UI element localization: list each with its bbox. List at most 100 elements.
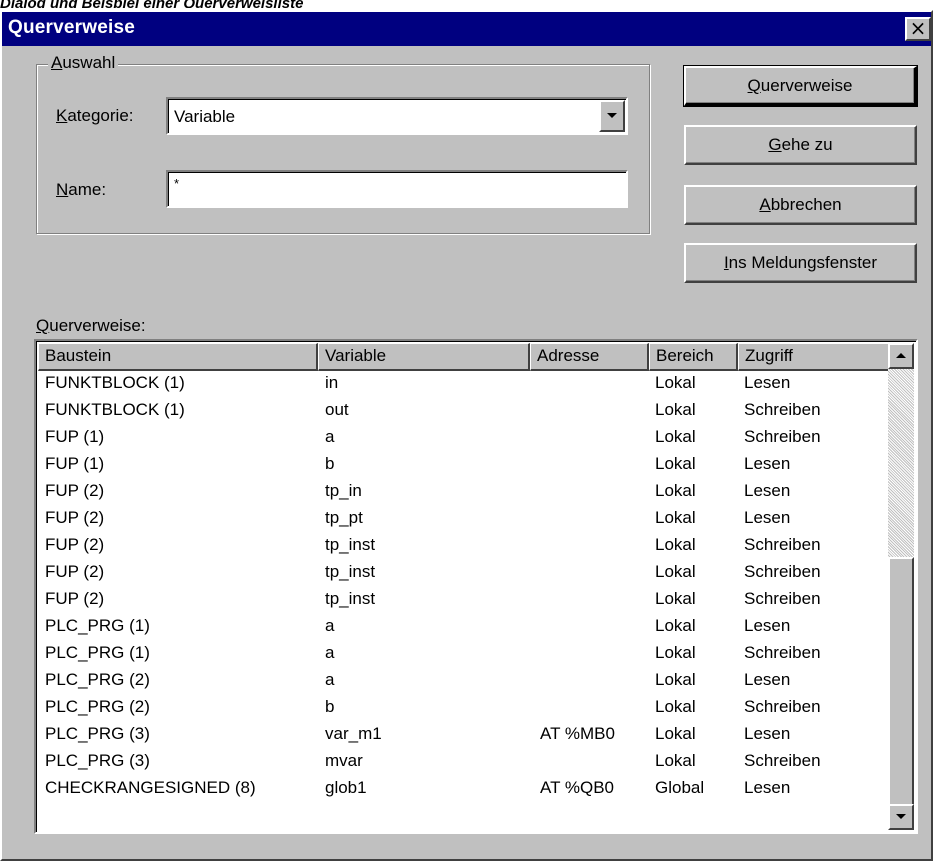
table-cell-bereich: Lokal xyxy=(655,643,696,662)
table-row[interactable]: FUNKTBLOCK (1) in Lokal Lesen xyxy=(38,371,890,398)
table-row[interactable]: FUNKTBLOCK (1) out Lokal Schreiben xyxy=(38,398,890,425)
table-row[interactable]: PLC_PRG (1) a Lokal Schreiben xyxy=(38,641,890,668)
table-cell-variable: a xyxy=(325,616,335,635)
scroll-down-icon[interactable] xyxy=(888,804,914,830)
table-cell-zugriff: Lesen xyxy=(744,508,791,527)
table-row[interactable]: FUP (2) tp_inst Lokal Schreiben xyxy=(38,533,890,560)
selection-group-label: Auswahl xyxy=(48,53,119,73)
table-cell-bereich: Lokal xyxy=(655,373,696,392)
selection-groupbox xyxy=(36,64,650,234)
table-cell-variable: a xyxy=(325,427,335,446)
category-label: Kategorie: xyxy=(56,106,134,125)
table-cell-bereich: Lokal xyxy=(655,427,696,446)
table-cell-zugriff: Lesen xyxy=(744,670,791,689)
table-row[interactable]: FUP (1) b Lokal Lesen xyxy=(38,452,890,479)
table-cell-adresse: AT %MB0 xyxy=(540,724,615,743)
column-header-adresse[interactable]: Adresse xyxy=(530,343,649,371)
table-cell-zugriff: Schreiben xyxy=(744,697,821,716)
crossreference-list[interactable]: Baustein Variable Adresse Bereich Zugrif… xyxy=(34,339,918,834)
table-cell-variable: var_m1 xyxy=(325,724,382,743)
table-row[interactable]: PLC_PRG (3) var_m1 AT %MB0 Lokal Lesen xyxy=(38,722,890,749)
table-cell-baustein: FUP (2) xyxy=(45,535,105,554)
table-cell-variable: glob1 xyxy=(325,778,367,797)
table-cell-bereich: Lokal xyxy=(655,697,696,716)
goto-button[interactable]: Gehe zu xyxy=(684,125,917,165)
table-cell-bereich: Lokal xyxy=(655,535,696,554)
table-cell-baustein: FUNKTBLOCK (1) xyxy=(45,400,185,419)
table-cell-bereich: Global xyxy=(655,778,705,797)
table-cell-bereich: Lokal xyxy=(655,670,696,689)
table-cell-zugriff: Schreiben xyxy=(744,427,821,446)
table-row[interactable]: FUP (2) tp_pt Lokal Lesen xyxy=(38,506,890,533)
table-cell-bereich: Lokal xyxy=(655,400,696,419)
table-cell-bereich: Lokal xyxy=(655,454,696,473)
table-cell-bereich: Lokal xyxy=(655,481,696,500)
close-button[interactable]: × xyxy=(905,17,931,41)
column-header-variable[interactable]: Variable xyxy=(318,343,530,371)
close-icon: × xyxy=(909,16,927,40)
name-label: Name: xyxy=(56,180,107,199)
table-cell-bereich: Lokal xyxy=(655,616,696,635)
table-cell-zugriff: Lesen xyxy=(744,616,791,635)
table-cell-baustein: PLC_PRG (1) xyxy=(45,616,150,635)
table-cell-zugriff: Schreiben xyxy=(744,562,821,581)
table-cell-baustein: PLC_PRG (2) xyxy=(45,670,150,689)
category-dropdown[interactable]: Variable xyxy=(166,97,628,135)
table-cell-variable: in xyxy=(325,373,339,392)
dialog-title: Querverweise xyxy=(8,17,136,38)
table-cell-zugriff: Lesen xyxy=(744,481,791,500)
table-cell-bereich: Lokal xyxy=(655,751,696,770)
table-cell-zugriff: Schreiben xyxy=(744,400,821,419)
column-header-zugriff[interactable]: Zugriff xyxy=(738,343,890,371)
category-value: Variable xyxy=(174,107,236,126)
table-cell-bereich: Lokal xyxy=(655,562,696,581)
table-cell-baustein: FUP (2) xyxy=(45,481,105,500)
column-header-baustein[interactable]: Baustein xyxy=(38,343,318,371)
table-cell-baustein: PLC_PRG (1) xyxy=(45,643,150,662)
vertical-scrollbar[interactable] xyxy=(888,343,914,830)
dropdown-arrow-icon[interactable] xyxy=(599,100,625,132)
table-cell-variable: tp_inst xyxy=(325,589,376,608)
scroll-up-icon[interactable] xyxy=(888,343,914,369)
table-cell-zugriff: Schreiben xyxy=(744,751,821,770)
table-row[interactable]: PLC_PRG (1) a Lokal Lesen xyxy=(38,614,890,641)
table-row[interactable]: FUP (2) tp_inst Lokal Schreiben xyxy=(38,587,890,614)
table-cell-baustein: FUP (2) xyxy=(45,562,105,581)
table-row[interactable]: FUP (2) tp_inst Lokal Schreiben xyxy=(38,560,890,587)
table-cell-zugriff: Lesen xyxy=(744,778,791,797)
table-row[interactable]: FUP (1) a Lokal Schreiben xyxy=(38,425,890,452)
column-header-bereich[interactable]: Bereich xyxy=(649,343,738,371)
table-cell-baustein: FUNKTBLOCK (1) xyxy=(45,373,185,392)
name-input[interactable]: * xyxy=(166,170,628,208)
table-cell-variable: a xyxy=(325,643,335,662)
table-cell-variable: b xyxy=(325,697,335,716)
table-cell-baustein: CHECKRANGESIGNED (8) xyxy=(45,778,256,797)
table-cell-bereich: Lokal xyxy=(655,508,696,527)
table-cell-baustein: PLC_PRG (3) xyxy=(45,751,150,770)
table-cell-zugriff: Lesen xyxy=(744,454,791,473)
titlebar: Querverweise × xyxy=(2,12,931,46)
table-cell-baustein: PLC_PRG (2) xyxy=(45,697,150,716)
table-row[interactable]: PLC_PRG (2) b Lokal Schreiben xyxy=(38,695,890,722)
table-cell-variable: tp_inst xyxy=(325,535,376,554)
table-cell-zugriff: Lesen xyxy=(744,373,791,392)
table-row[interactable]: FUP (2) tp_in Lokal Lesen xyxy=(38,479,890,506)
crossreference-button[interactable]: Querverweise xyxy=(683,65,918,107)
table-row[interactable]: PLC_PRG (3) mvar Lokal Schreiben xyxy=(38,749,890,776)
table-cell-bereich: Lokal xyxy=(655,724,696,743)
table-row[interactable]: CHECKRANGESIGNED (8) glob1 AT %QB0 Global Le… xyxy=(38,776,890,803)
cancel-button[interactable]: Abbrechen xyxy=(684,185,917,225)
crossreference-list-label: Querverweise: xyxy=(36,316,146,335)
table-cell-zugriff: Schreiben xyxy=(744,535,821,554)
scrollbar-thumb[interactable] xyxy=(888,557,914,810)
name-value: * xyxy=(174,176,180,191)
table-cell-baustein: FUP (1) xyxy=(45,454,105,473)
table-cell-baustein: FUP (2) xyxy=(45,589,105,608)
table-cell-zugriff: Lesen xyxy=(744,724,791,743)
to-message-window-button[interactable]: Ins Meldungsfenster xyxy=(684,243,917,283)
table-cell-adresse: AT %QB0 xyxy=(540,778,615,797)
table-cell-variable: tp_in xyxy=(325,481,362,500)
table-cell-variable: b xyxy=(325,454,335,473)
list-viewport: Baustein Variable Adresse Bereich Zugrif… xyxy=(38,343,914,830)
table-row[interactable]: PLC_PRG (2) a Lokal Lesen xyxy=(38,668,890,695)
